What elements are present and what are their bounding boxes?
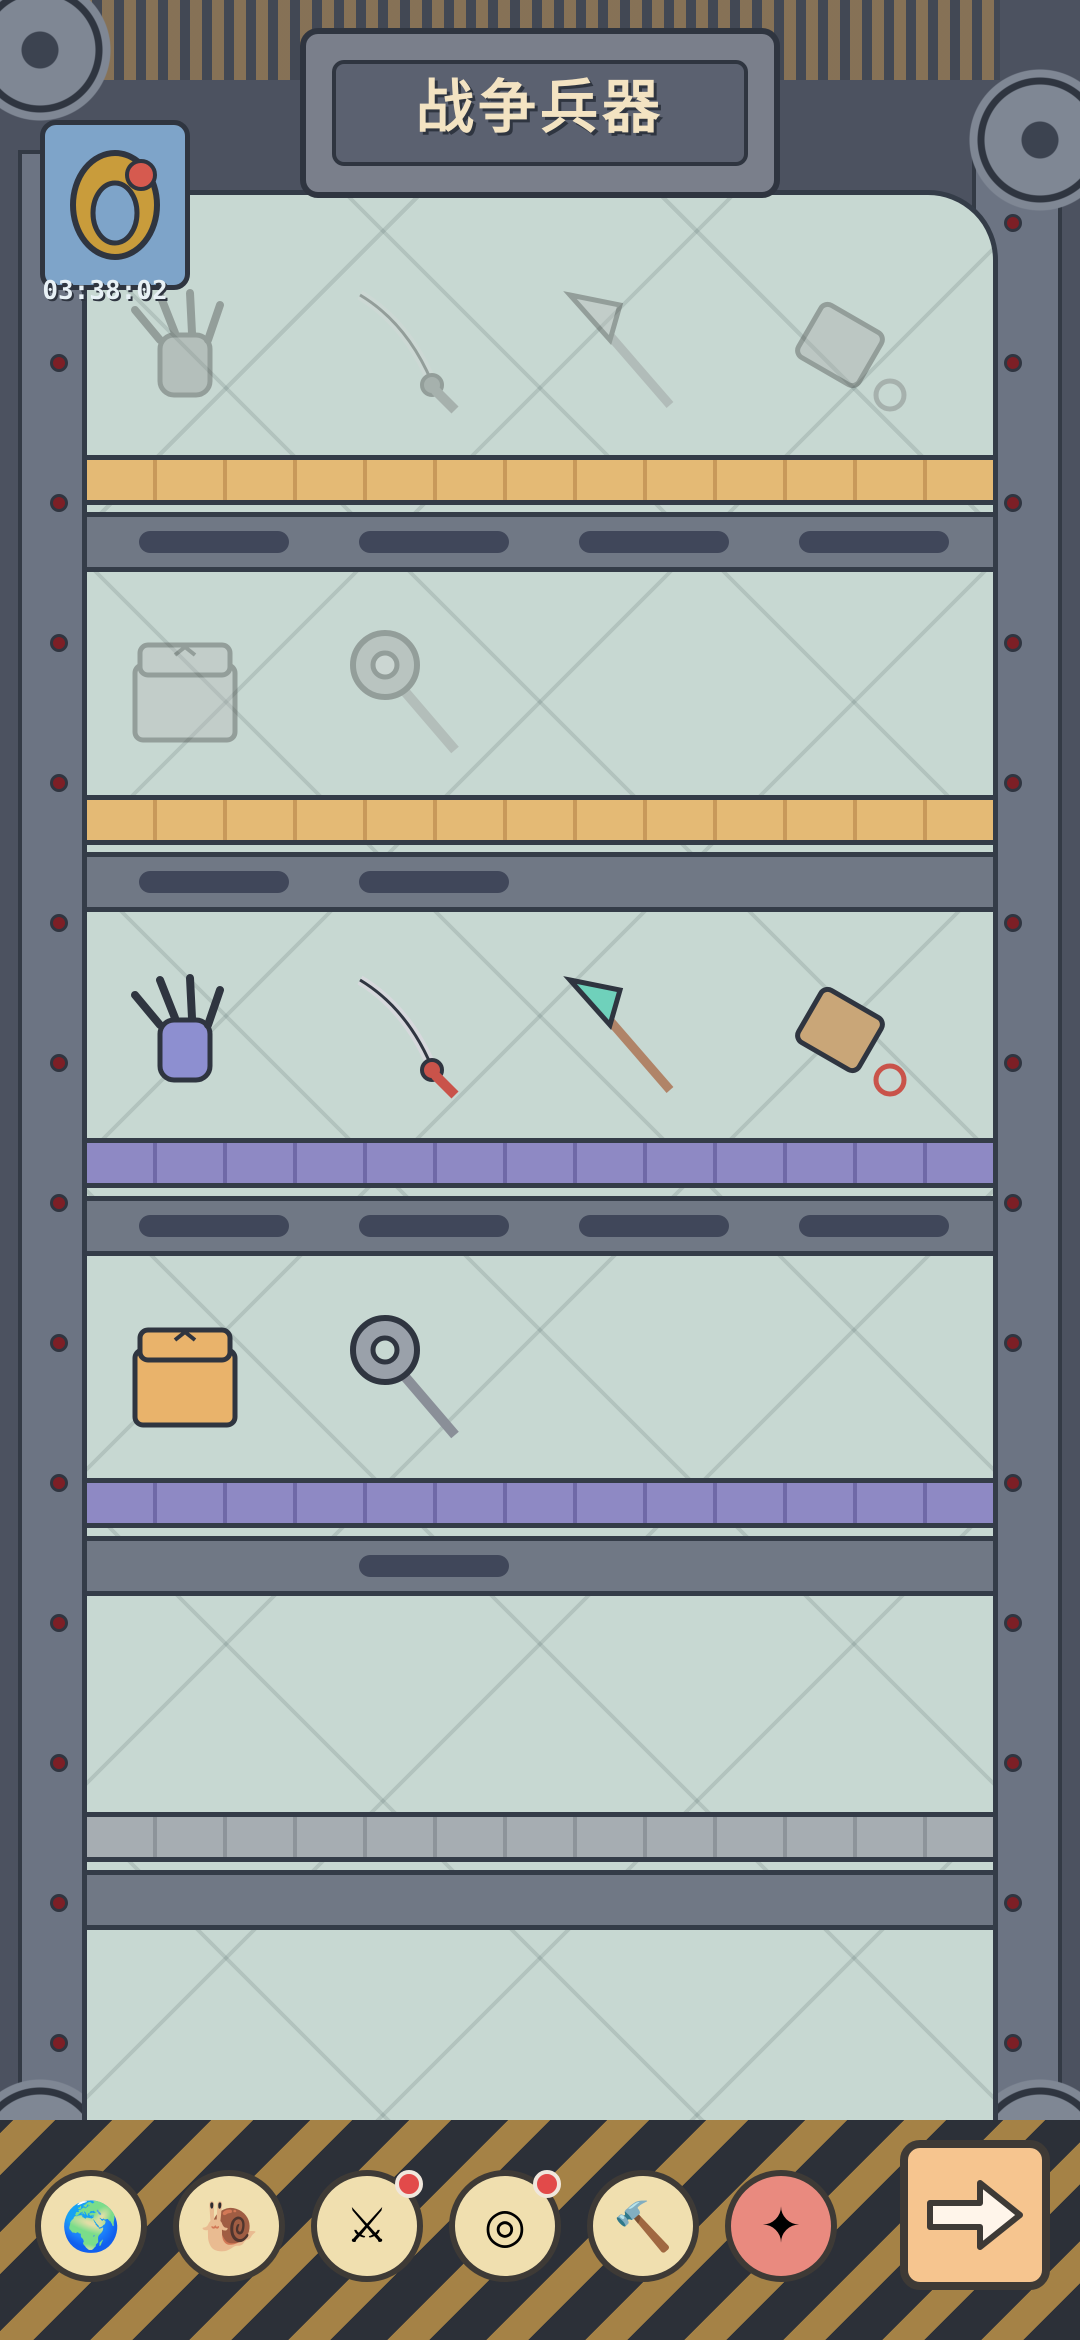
rivet [1004,914,1022,932]
rivet [50,2034,68,2052]
spear-item[interactable] [560,285,690,415]
spiral-nav-button[interactable]: ◎ [449,2170,561,2282]
rivet [1004,2034,1022,2052]
rivet [1004,494,1022,512]
rivet [1004,634,1022,652]
hammer-nav-button[interactable]: 🔨 [587,2170,699,2282]
shelf-1 [82,455,998,505]
treasure-chest-item[interactable] [120,625,250,755]
gun-icon: ✦ [760,2198,802,2254]
rivet [50,1194,68,1212]
rivet [50,914,68,932]
rivet [1004,1334,1022,1352]
event-timer: 03:38:02 [42,276,168,306]
ring-icon [70,150,160,260]
rivet [1004,1194,1022,1212]
spear-item[interactable] [560,970,690,1100]
spiral-staff-item[interactable] [340,625,470,755]
blaster-rifle-item[interactable] [780,285,910,415]
rivet [1004,1054,1022,1072]
curved-sword-item[interactable] [340,970,470,1100]
rivet [1004,1614,1022,1632]
rivet [50,1894,68,1912]
shelf-3 [82,1138,998,1188]
shelf-2 [82,795,998,845]
arrow-right-icon [927,2180,1023,2250]
sword-nav-button[interactable]: ⚔ [311,2170,423,2282]
curved-sword-item[interactable] [340,285,470,415]
globe-nav-button[interactable]: 🌍 [35,2170,147,2282]
rivet [1004,354,1022,372]
gun-nav-button[interactable]: ✦ [725,2170,837,2282]
rivet [50,1054,68,1072]
event-card[interactable] [40,120,190,290]
globe-icon: 🌍 [61,2198,121,2255]
shelf-4 [82,1478,998,1528]
rivet [1004,1894,1022,1912]
rivet [50,1334,68,1352]
rivet [1004,1474,1022,1492]
snail-icon: 🐌 [199,2198,259,2255]
spiral-icon: ◎ [484,2198,526,2254]
shelf-5-beam [82,1870,998,1930]
next-button[interactable] [900,2140,1050,2290]
rivet [50,494,68,512]
shelf-2-beam [82,852,998,912]
shelf-5 [82,1812,998,1862]
treasure-chest-item[interactable] [120,1310,250,1440]
claw-gauntlet-item[interactable] [120,970,250,1100]
notification-dot [395,2170,423,2198]
sword-icon: ⚔ [345,2198,389,2254]
rivet [50,1614,68,1632]
rivet [50,634,68,652]
hammer-icon: 🔨 [613,2198,673,2255]
rivet [50,774,68,792]
rivet [50,1474,68,1492]
blaster-rifle-item[interactable] [780,970,910,1100]
shelf-4-beam [82,1536,998,1596]
rivet [1004,774,1022,792]
shelf-3-beam [82,1196,998,1256]
shelf-1-beam [82,512,998,572]
notification-dot [533,2170,561,2198]
spiral-staff-item[interactable] [340,1310,470,1440]
rivet [50,354,68,372]
rivet [1004,1754,1022,1772]
rivet [50,1754,68,1772]
snail-nav-button[interactable]: 🐌 [173,2170,285,2282]
